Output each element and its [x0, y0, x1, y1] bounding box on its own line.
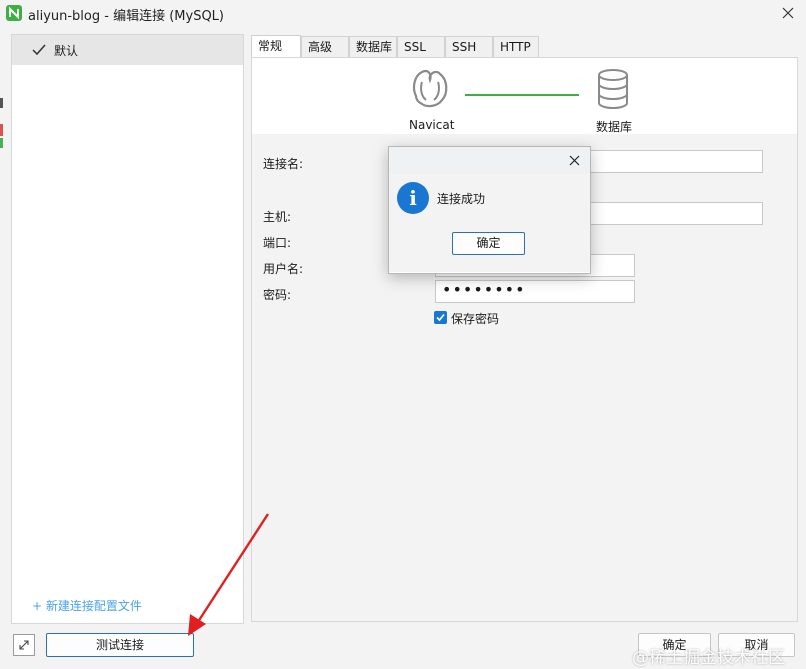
- save-password-checkbox[interactable]: [434, 311, 447, 324]
- dialog-message: 连接成功: [437, 192, 486, 206]
- title-bar: aliyun-blog - 编辑连接 (MySQL): [0, 0, 806, 26]
- dialog-close-button[interactable]: [565, 151, 583, 169]
- info-icon: i: [397, 182, 429, 214]
- password-input[interactable]: ••••••••: [435, 280, 635, 303]
- profile-item-default[interactable]: 默认: [12, 35, 243, 65]
- annotation-arrow-icon: [188, 513, 270, 636]
- server-label: 数据库: [596, 120, 633, 134]
- dialog-header: [389, 147, 590, 173]
- tab-ssh[interactable]: SSH: [445, 36, 493, 57]
- check-icon: [436, 313, 445, 322]
- dialog-body: i 连接成功 确定: [389, 173, 590, 272]
- edit-profile-button[interactable]: [13, 634, 35, 656]
- navicat-icon: [412, 70, 448, 108]
- check-icon: [32, 44, 46, 56]
- client-label: Navicat: [409, 118, 455, 132]
- dialog-ok-button[interactable]: 确定: [452, 232, 525, 255]
- tab-database[interactable]: 数据库: [349, 36, 397, 57]
- tab-http[interactable]: HTTP: [493, 36, 539, 57]
- test-connection-button[interactable]: 测试连接: [46, 633, 194, 657]
- connection-banner: Navicat 数据库: [252, 58, 797, 134]
- close-icon: [782, 7, 794, 19]
- connection-success-dialog: i 连接成功 确定: [388, 146, 591, 274]
- watermark: @稀土掘金技术社区: [632, 648, 785, 668]
- window-close-button[interactable]: [776, 2, 800, 24]
- edge-artifact: [0, 98, 3, 108]
- expand-icon: [19, 640, 29, 650]
- new-profile-link[interactable]: + 新建连接配置文件: [32, 597, 142, 614]
- database-icon: [598, 69, 628, 110]
- tab-advanced[interactable]: 高级: [301, 36, 349, 57]
- window-title: aliyun-blog - 编辑连接 (MySQL): [28, 9, 224, 24]
- edge-artifact: [0, 124, 3, 136]
- save-password-label: 保存密码: [451, 312, 500, 326]
- host-label: 主机:: [263, 210, 292, 224]
- connection-name-label: 连接名:: [263, 157, 304, 171]
- connection-line: [465, 94, 579, 96]
- profile-label: 默认: [54, 44, 79, 58]
- tab-general[interactable]: 常规: [251, 35, 301, 58]
- edge-artifact: [0, 138, 3, 148]
- tab-ssl[interactable]: SSL: [397, 36, 445, 57]
- navicat-logo-icon: [6, 5, 22, 21]
- close-icon: [569, 155, 579, 165]
- general-tab-content: Navicat 数据库: [251, 57, 798, 622]
- password-label: 密码:: [263, 288, 292, 302]
- port-label: 端口:: [263, 236, 292, 250]
- username-label: 用户名:: [263, 262, 304, 276]
